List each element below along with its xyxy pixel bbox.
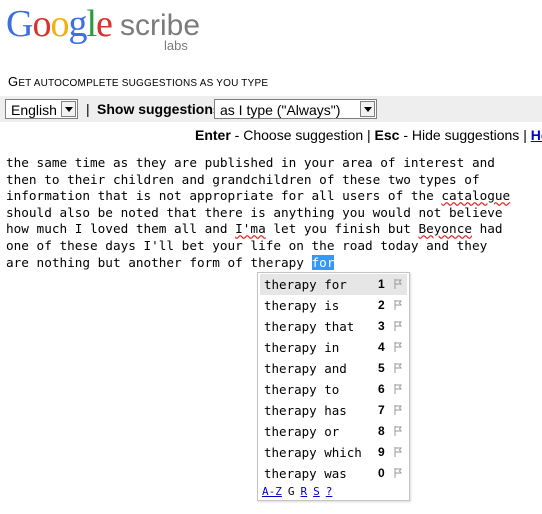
- chevron-down-icon[interactable]: [360, 101, 375, 117]
- enter-key: Enter: [195, 127, 231, 143]
- tagline: GET AUTOCOMPLETE SUGGESTIONS AS YOU TYPE: [8, 74, 269, 89]
- help-link[interactable]: Hel: [531, 127, 542, 143]
- flag-icon[interactable]: [394, 342, 403, 352]
- separator: |: [523, 127, 527, 143]
- flag-icon[interactable]: [394, 447, 403, 457]
- language-value: English: [11, 102, 57, 118]
- enter-hint: - Choose suggestion: [230, 127, 367, 143]
- sort-options: A-Z G R S?: [262, 485, 338, 498]
- labs-label: labs: [164, 38, 188, 53]
- flag-icon[interactable]: [394, 279, 403, 289]
- chevron-down-icon[interactable]: [61, 101, 76, 117]
- flag-icon[interactable]: [394, 405, 403, 415]
- google-wordmark: Google: [6, 3, 113, 45]
- flag-icon[interactable]: [394, 468, 403, 478]
- flag-icon[interactable]: [394, 300, 403, 310]
- help-link[interactable]: ?: [326, 485, 333, 498]
- editor-line: should also be noted that there is anyth…: [6, 204, 503, 220]
- mode-value: as I type ("Always"): [220, 102, 341, 118]
- selected-completion: for: [311, 254, 335, 270]
- toolbar: English | Show suggestions as I type ("A…: [0, 96, 542, 122]
- suggestion-item[interactable]: therapy or 8: [260, 421, 407, 442]
- language-select[interactable]: English: [5, 99, 78, 119]
- suggestion-item[interactable]: therapy and 5: [260, 358, 407, 379]
- suggestion-item[interactable]: therapy was 0: [260, 463, 407, 484]
- flag-icon[interactable]: [394, 321, 403, 331]
- sort-s-link[interactable]: S: [313, 485, 320, 498]
- separator: |: [86, 101, 90, 117]
- editor-line: information that is not appropriate for …: [6, 188, 511, 204]
- show-suggestions-label: Show suggestions: [97, 101, 221, 117]
- product-name: scribe: [120, 9, 201, 42]
- flag-icon[interactable]: [394, 384, 403, 394]
- editor-line: are nothing but another form of therapy: [6, 254, 312, 270]
- separator: |: [367, 127, 371, 143]
- suggestion-item[interactable]: therapy which 9: [260, 442, 407, 463]
- flag-icon[interactable]: [394, 426, 403, 436]
- editor-line: then to their children and grandchildren…: [6, 171, 480, 187]
- sort-r-link[interactable]: R: [301, 485, 308, 498]
- text-editor[interactable]: the same time as they are published in y…: [6, 155, 542, 275]
- keyboard-shortcuts: Enter - Choose suggestion | Esc - Hide s…: [195, 127, 542, 143]
- editor-line: the same time as they are published in y…: [6, 155, 495, 170]
- editor-line: one of these days I'll bet your life on …: [6, 237, 488, 253]
- suggestion-item[interactable]: therapy for 1: [260, 274, 407, 295]
- suggestion-item[interactable]: therapy in 4: [260, 337, 407, 358]
- esc-key: Esc: [374, 127, 400, 143]
- suggestion-item[interactable]: therapy that 3: [260, 316, 407, 337]
- sort-az-link[interactable]: A-Z: [262, 485, 282, 498]
- suggestion-item[interactable]: therapy to 6: [260, 379, 407, 400]
- suggestion-dropdown: therapy for 1 therapy is 2 therapy that 3 t…: [257, 272, 410, 501]
- sort-g-current: G: [287, 485, 295, 498]
- esc-hint: - Hide suggestions: [399, 127, 524, 143]
- editor-line: how much I loved them all and I'ma let y…: [6, 221, 503, 237]
- suggestion-mode-select[interactable]: as I type ("Always"): [214, 99, 377, 119]
- flag-icon[interactable]: [394, 363, 403, 373]
- suggestion-item[interactable]: therapy has 7: [260, 400, 407, 421]
- suggestion-item[interactable]: therapy is 2: [260, 295, 407, 316]
